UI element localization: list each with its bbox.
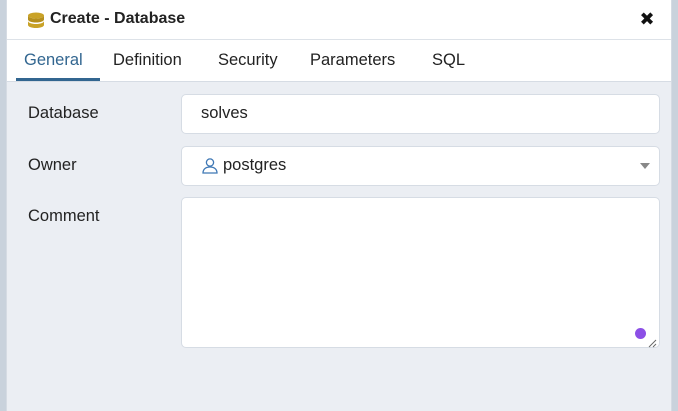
owner-select[interactable]: postgres	[181, 146, 660, 186]
owner-label: Owner	[28, 156, 77, 174]
chevron-down-icon[interactable]	[640, 163, 650, 169]
dialog-title: Create - Database	[50, 10, 186, 27]
assistant-dot-icon[interactable]	[635, 328, 646, 339]
tab-security[interactable]: Security	[218, 51, 278, 82]
tab-bar: General Definition Security Parameters S…	[7, 40, 671, 82]
database-icon	[26, 11, 46, 31]
owner-value: postgres	[223, 156, 287, 174]
tab-parameters[interactable]: Parameters	[310, 51, 395, 82]
database-name-input[interactable]: solves	[181, 94, 660, 134]
database-label: Database	[28, 104, 99, 122]
resize-handle-icon[interactable]	[647, 335, 657, 348]
active-tab-indicator	[16, 78, 100, 81]
tab-definition[interactable]: Definition	[113, 51, 182, 82]
create-database-dialog: Create - Database ✖ General Definition S…	[6, 0, 672, 411]
comment-label: Comment	[28, 207, 100, 225]
tab-sql[interactable]: SQL	[432, 51, 465, 82]
close-icon[interactable]: ✖	[637, 8, 657, 30]
comment-textarea[interactable]	[181, 197, 660, 348]
database-name-value: solves	[201, 104, 248, 122]
dialog-titlebar[interactable]: Create - Database ✖	[7, 0, 671, 40]
user-icon	[201, 157, 219, 175]
